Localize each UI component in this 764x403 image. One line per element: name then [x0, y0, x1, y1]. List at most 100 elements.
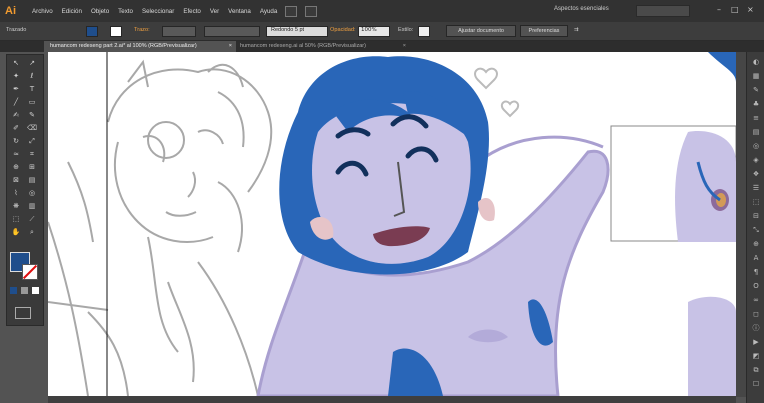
- selection-tool-icon[interactable]: ↖: [11, 59, 21, 68]
- menu-archivo[interactable]: Archivo: [32, 8, 53, 15]
- align-panel-icon[interactable]: ⊟: [751, 212, 761, 221]
- appearance-panel-icon[interactable]: ◈: [751, 156, 761, 165]
- rotate-tool-icon[interactable]: ↻: [11, 137, 21, 146]
- actions-panel-icon[interactable]: ▶: [751, 338, 761, 347]
- variables-panel-icon[interactable]: ⧉: [751, 366, 761, 375]
- symbols-panel-icon[interactable]: ♣: [751, 100, 761, 109]
- blob-brush-tool-icon[interactable]: ✐: [11, 124, 21, 133]
- direct-selection-tool-icon[interactable]: ↗: [27, 59, 37, 68]
- opacity-field[interactable]: 100%: [358, 26, 390, 37]
- type-tool-icon[interactable]: T: [27, 85, 37, 94]
- color-panel-icon[interactable]: ◐: [751, 58, 761, 67]
- library-panel-icon[interactable]: ☐: [751, 380, 761, 389]
- menu-ventana[interactable]: Ventana: [228, 8, 251, 15]
- graphic-styles-panel-icon[interactable]: ❖: [751, 170, 761, 179]
- stroke-weight-field[interactable]: [162, 26, 196, 37]
- arrange-icon[interactable]: ⇉: [574, 27, 579, 33]
- search-input[interactable]: [636, 5, 690, 17]
- menu-ver[interactable]: Ver: [210, 8, 219, 15]
- menu-efecto[interactable]: Efecto: [183, 8, 201, 15]
- pen-tool-icon[interactable]: ✒: [11, 85, 21, 94]
- minimize-icon[interactable]: –: [717, 5, 721, 14]
- arrange-documents-button[interactable]: [305, 5, 318, 17]
- style-label: Estilo:: [398, 27, 414, 33]
- layers-panel-icon[interactable]: ☰: [751, 184, 761, 193]
- shape-builder-tool-icon[interactable]: ⊕: [11, 163, 21, 172]
- eyedropper-tool-icon[interactable]: ⌇: [11, 189, 21, 198]
- brush-name: Redondo 5 pt: [271, 27, 305, 33]
- tab-document-1[interactable]: humancom redeseng part 2.ai* al 100% (RG…: [44, 41, 236, 52]
- transform-panel-icon[interactable]: ⤡: [751, 226, 761, 235]
- menu-edicion[interactable]: Edición: [62, 8, 82, 15]
- fill-swatch[interactable]: [86, 26, 98, 37]
- brush-select[interactable]: Redondo 5 pt: [266, 26, 328, 37]
- menu-texto[interactable]: Texto: [118, 8, 133, 15]
- document-setup-button[interactable]: Ajustar documento: [446, 25, 516, 37]
- lasso-tool-icon[interactable]: ℓ: [27, 72, 37, 81]
- perspective-tool-icon[interactable]: ⊞: [27, 163, 37, 172]
- workspace-switcher[interactable]: Aspectos esenciales: [554, 6, 609, 12]
- gradient-mode-icon[interactable]: [21, 287, 28, 294]
- swatches-panel-icon[interactable]: ▦: [751, 72, 761, 81]
- graph-tool-icon[interactable]: ▥: [27, 202, 37, 211]
- line-tool-icon[interactable]: ╱: [11, 98, 21, 107]
- pathfinder-panel-icon[interactable]: ⊕: [751, 240, 761, 249]
- tab-document-2[interactable]: humancom redeseng.ai al 50% (RGB/Previsu…: [234, 41, 410, 52]
- none-mode-icon[interactable]: [32, 287, 39, 294]
- info-panel-icon[interactable]: ⓘ: [751, 324, 761, 333]
- horizontal-scrollbar[interactable]: [48, 396, 736, 403]
- magic-wand-tool-icon[interactable]: ✦: [11, 72, 21, 81]
- tab-close-icon[interactable]: ×: [403, 41, 406, 52]
- opacity-label[interactable]: Opacidad:: [330, 27, 356, 33]
- bridge-button[interactable]: [285, 5, 298, 17]
- stroke-swatch[interactable]: [110, 26, 122, 37]
- color-mode-icon[interactable]: [10, 287, 17, 294]
- menu-objeto[interactable]: Objeto: [91, 8, 109, 15]
- stroke-color-swatch[interactable]: [22, 264, 38, 280]
- document-tabs: humancom redeseng part 2.ai* al 100% (RG…: [0, 41, 764, 52]
- sketch-character: [48, 59, 273, 396]
- brushes-panel-icon[interactable]: ✎: [751, 86, 761, 95]
- links-panel-icon[interactable]: ∞: [751, 296, 761, 305]
- preferences-button[interactable]: Preferencias: [520, 25, 568, 37]
- close-icon[interactable]: ×: [747, 5, 754, 14]
- stroke-panel-icon[interactable]: ≡: [751, 114, 761, 123]
- artboard-tool-icon[interactable]: ⬚: [11, 215, 21, 224]
- screen-mode-icon[interactable]: [15, 307, 31, 319]
- hand-tool-icon[interactable]: ✋: [11, 228, 21, 237]
- pencil-tool-icon[interactable]: ✎: [27, 111, 37, 120]
- opentype-panel-icon[interactable]: O: [751, 282, 761, 291]
- symbol-sprayer-tool-icon[interactable]: ❋: [11, 202, 21, 211]
- tab-document-2-label: humancom redeseng.ai al 50% (RGB/Previsu…: [240, 43, 366, 49]
- rectangle-tool-icon[interactable]: ▭: [27, 98, 37, 107]
- tab-document-1-label: humancom redeseng part 2.ai* al 100% (RG…: [50, 43, 197, 49]
- image-trace-panel-icon[interactable]: ◩: [751, 352, 761, 361]
- artwork: [48, 52, 736, 396]
- artboard-canvas[interactable]: [48, 52, 736, 396]
- character-panel-icon[interactable]: A: [751, 254, 761, 263]
- eraser-tool-icon[interactable]: ⌫: [27, 124, 37, 133]
- free-transform-tool-icon[interactable]: ⌗: [27, 150, 37, 159]
- menu-ayuda[interactable]: Ayuda: [260, 8, 277, 15]
- vertical-scrollbar[interactable]: [736, 52, 746, 397]
- gradient-panel-icon[interactable]: ▤: [751, 128, 761, 137]
- menu-seleccionar[interactable]: Seleccionar: [142, 8, 174, 15]
- control-bar: Trazado Trazo: Redondo 5 pt Opacidad: 10…: [0, 22, 764, 41]
- zoom-tool-icon[interactable]: ⌕: [27, 228, 37, 237]
- tab-close-icon[interactable]: ×: [229, 41, 232, 52]
- mesh-tool-icon[interactable]: ⊠: [11, 176, 21, 185]
- transparency-panel-icon[interactable]: ◎: [751, 142, 761, 151]
- artboards-panel-icon[interactable]: ⬚: [751, 198, 761, 207]
- paragraph-panel-icon[interactable]: ¶: [751, 268, 761, 277]
- paintbrush-tool-icon[interactable]: ✍: [11, 111, 21, 120]
- maximize-icon[interactable]: □: [731, 5, 739, 14]
- width-tool-icon[interactable]: ≈: [11, 150, 21, 159]
- blend-tool-icon[interactable]: ◎: [27, 189, 37, 198]
- navigator-panel-icon[interactable]: ◻: [751, 310, 761, 319]
- slice-tool-icon[interactable]: ⟋: [27, 215, 37, 224]
- scale-tool-icon[interactable]: ⤢: [27, 137, 37, 146]
- variable-width-select[interactable]: [204, 26, 260, 37]
- gradient-tool-icon[interactable]: ▤: [27, 176, 37, 185]
- graphic-style-swatch[interactable]: [418, 26, 430, 37]
- stroke-label[interactable]: Trazo:: [134, 27, 150, 33]
